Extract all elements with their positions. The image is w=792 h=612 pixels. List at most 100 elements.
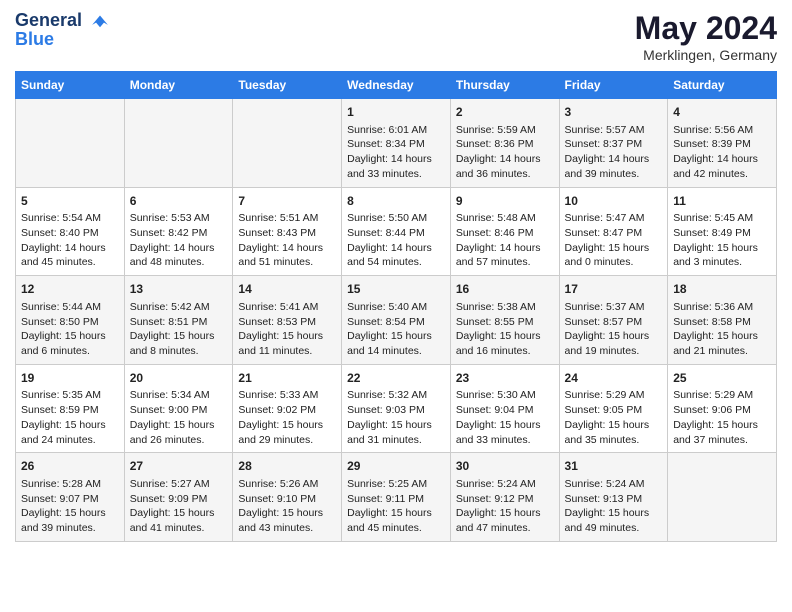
day-number: 20 — [130, 370, 228, 387]
day-cell: 14 Sunrise: 5:41 AM Sunset: 8:53 PM Dayli… — [233, 276, 342, 365]
week-row-4: 19Sunrise: 5:35 AM Sunset: 8:59 PM Dayli… — [16, 364, 777, 453]
day-cell: 10Sunrise: 5:47 AM Sunset: 8:47 PM Dayli… — [559, 187, 668, 276]
day-cell: 6Sunrise: 5:53 AM Sunset: 8:42 PM Daylig… — [124, 187, 233, 276]
day-cell: 28Sunrise: 5:26 AM Sunset: 9:10 PM Dayli… — [233, 453, 342, 542]
day-cell: 12 Sunrise: 5:44 AM Sunset: 8:50 PM Dayli… — [16, 276, 125, 365]
day-cell: 22Sunrise: 5:32 AM Sunset: 9:03 PM Dayli… — [342, 364, 451, 453]
day-info: Sunrise: 5:24 AM Sunset: 9:13 PM Dayligh… — [565, 477, 663, 536]
day-number: 31 — [565, 458, 663, 475]
day-number: 12 — [21, 281, 119, 298]
day-cell: 7Sunrise: 5:51 AM Sunset: 8:43 PM Daylig… — [233, 187, 342, 276]
day-number: 30 — [456, 458, 554, 475]
day-cell — [16, 99, 125, 188]
header-friday: Friday — [559, 72, 668, 99]
day-cell: 9Sunrise: 5:48 AM Sunset: 8:46 PM Daylig… — [450, 187, 559, 276]
day-info: Sunrise: 5:26 AM Sunset: 9:10 PM Dayligh… — [238, 477, 336, 536]
subtitle: Merklingen, Germany — [635, 47, 777, 63]
day-number: 7 — [238, 193, 336, 210]
logo-blue-text: Blue — [15, 29, 111, 50]
header-monday: Monday — [124, 72, 233, 99]
day-cell: 11Sunrise: 5:45 AM Sunset: 8:49 PM Dayli… — [668, 187, 777, 276]
day-info: Sunrise: 5:30 AM Sunset: 9:04 PM Dayligh… — [456, 388, 554, 447]
day-cell: 8Sunrise: 5:50 AM Sunset: 8:44 PM Daylig… — [342, 187, 451, 276]
day-cell: 5Sunrise: 5:54 AM Sunset: 8:40 PM Daylig… — [16, 187, 125, 276]
day-cell: 25Sunrise: 5:29 AM Sunset: 9:06 PM Dayli… — [668, 364, 777, 453]
day-info: Sunrise: 5:53 AM Sunset: 8:42 PM Dayligh… — [130, 211, 228, 270]
day-number: 5 — [21, 193, 119, 210]
calendar-table: SundayMondayTuesdayWednesdayThursdayFrid… — [15, 71, 777, 542]
day-number: 3 — [565, 104, 663, 121]
day-info: Sunrise: 5:38 AM Sunset: 8:55 PM Dayligh… — [456, 300, 554, 359]
day-info: Sunrise: 5:33 AM Sunset: 9:02 PM Dayligh… — [238, 388, 336, 447]
day-cell: 13 Sunrise: 5:42 AM Sunset: 8:51 PM Dayli… — [124, 276, 233, 365]
day-info: Sunrise: 5:47 AM Sunset: 8:47 PM Dayligh… — [565, 211, 663, 270]
day-cell — [233, 99, 342, 188]
day-info: Sunrise: 5:45 AM Sunset: 8:49 PM Dayligh… — [673, 211, 771, 270]
logo-bird-icon — [89, 13, 111, 29]
header-wednesday: Wednesday — [342, 72, 451, 99]
day-cell: 3 Sunrise: 5:57 AM Sunset: 8:37 PM Daylig… — [559, 99, 668, 188]
day-cell: 4Sunrise: 5:56 AM Sunset: 8:39 PM Daylig… — [668, 99, 777, 188]
day-number: 23 — [456, 370, 554, 387]
day-number: 18 — [673, 281, 771, 298]
day-cell: 17 Sunrise: 5:37 AM Sunset: 8:57 PM Dayli… — [559, 276, 668, 365]
page: General Blue May 2024 Merklingen, German… — [0, 0, 792, 557]
day-number: 1 — [347, 104, 445, 121]
day-number: 13 — [130, 281, 228, 298]
day-info: Sunrise: 5:29 AM Sunset: 9:06 PM Dayligh… — [673, 388, 771, 447]
day-info: Sunrise: 5:50 AM Sunset: 8:44 PM Dayligh… — [347, 211, 445, 270]
day-info: Sunrise: 5:56 AM Sunset: 8:39 PM Dayligh… — [673, 123, 771, 182]
day-number: 14 — [238, 281, 336, 298]
day-info: Sunrise: 5:40 AM Sunset: 8:54 PM Dayligh… — [347, 300, 445, 359]
day-number: 9 — [456, 193, 554, 210]
day-number: 15 — [347, 281, 445, 298]
day-cell: 15 Sunrise: 5:40 AM Sunset: 8:54 PM Dayli… — [342, 276, 451, 365]
day-number: 2 — [456, 104, 554, 121]
logo: General Blue — [15, 10, 111, 50]
day-info: Sunrise: 5:34 AM Sunset: 9:00 PM Dayligh… — [130, 388, 228, 447]
week-row-1: 1 Sunrise: 6:01 AM Sunset: 8:34 PM Daylig… — [16, 99, 777, 188]
day-info: Sunrise: 5:32 AM Sunset: 9:03 PM Dayligh… — [347, 388, 445, 447]
day-info: Sunrise: 5:59 AM Sunset: 8:36 PM Dayligh… — [456, 123, 554, 182]
day-info: Sunrise: 5:25 AM Sunset: 9:11 PM Dayligh… — [347, 477, 445, 536]
day-cell: 26Sunrise: 5:28 AM Sunset: 9:07 PM Dayli… — [16, 453, 125, 542]
day-info: Sunrise: 5:37 AM Sunset: 8:57 PM Dayligh… — [565, 300, 663, 359]
day-info: Sunrise: 6:01 AM Sunset: 8:34 PM Dayligh… — [347, 123, 445, 182]
day-number: 8 — [347, 193, 445, 210]
main-title: May 2024 — [635, 10, 777, 47]
day-cell — [668, 453, 777, 542]
title-block: May 2024 Merklingen, Germany — [635, 10, 777, 63]
day-info: Sunrise: 5:35 AM Sunset: 8:59 PM Dayligh… — [21, 388, 119, 447]
header: General Blue May 2024 Merklingen, German… — [15, 10, 777, 63]
day-cell: 19Sunrise: 5:35 AM Sunset: 8:59 PM Dayli… — [16, 364, 125, 453]
day-info: Sunrise: 5:42 AM Sunset: 8:51 PM Dayligh… — [130, 300, 228, 359]
day-info: Sunrise: 5:48 AM Sunset: 8:46 PM Dayligh… — [456, 211, 554, 270]
week-row-2: 5Sunrise: 5:54 AM Sunset: 8:40 PM Daylig… — [16, 187, 777, 276]
day-number: 22 — [347, 370, 445, 387]
logo-text: General — [15, 10, 111, 31]
day-number: 26 — [21, 458, 119, 475]
day-info: Sunrise: 5:44 AM Sunset: 8:50 PM Dayligh… — [21, 300, 119, 359]
day-info: Sunrise: 5:51 AM Sunset: 8:43 PM Dayligh… — [238, 211, 336, 270]
day-info: Sunrise: 5:27 AM Sunset: 9:09 PM Dayligh… — [130, 477, 228, 536]
day-cell — [124, 99, 233, 188]
day-number: 19 — [21, 370, 119, 387]
day-number: 24 — [565, 370, 663, 387]
day-info: Sunrise: 5:29 AM Sunset: 9:05 PM Dayligh… — [565, 388, 663, 447]
day-number: 6 — [130, 193, 228, 210]
day-number: 25 — [673, 370, 771, 387]
day-info: Sunrise: 5:41 AM Sunset: 8:53 PM Dayligh… — [238, 300, 336, 359]
day-cell: 1 Sunrise: 6:01 AM Sunset: 8:34 PM Daylig… — [342, 99, 451, 188]
day-number: 17 — [565, 281, 663, 298]
week-row-5: 26Sunrise: 5:28 AM Sunset: 9:07 PM Dayli… — [16, 453, 777, 542]
day-info: Sunrise: 5:54 AM Sunset: 8:40 PM Dayligh… — [21, 211, 119, 270]
day-number: 11 — [673, 193, 771, 210]
day-cell: 20Sunrise: 5:34 AM Sunset: 9:00 PM Dayli… — [124, 364, 233, 453]
day-cell: 21Sunrise: 5:33 AM Sunset: 9:02 PM Dayli… — [233, 364, 342, 453]
day-info: Sunrise: 5:24 AM Sunset: 9:12 PM Dayligh… — [456, 477, 554, 536]
day-info: Sunrise: 5:57 AM Sunset: 8:37 PM Dayligh… — [565, 123, 663, 182]
day-cell: 23Sunrise: 5:30 AM Sunset: 9:04 PM Dayli… — [450, 364, 559, 453]
header-saturday: Saturday — [668, 72, 777, 99]
day-number: 10 — [565, 193, 663, 210]
day-number: 16 — [456, 281, 554, 298]
